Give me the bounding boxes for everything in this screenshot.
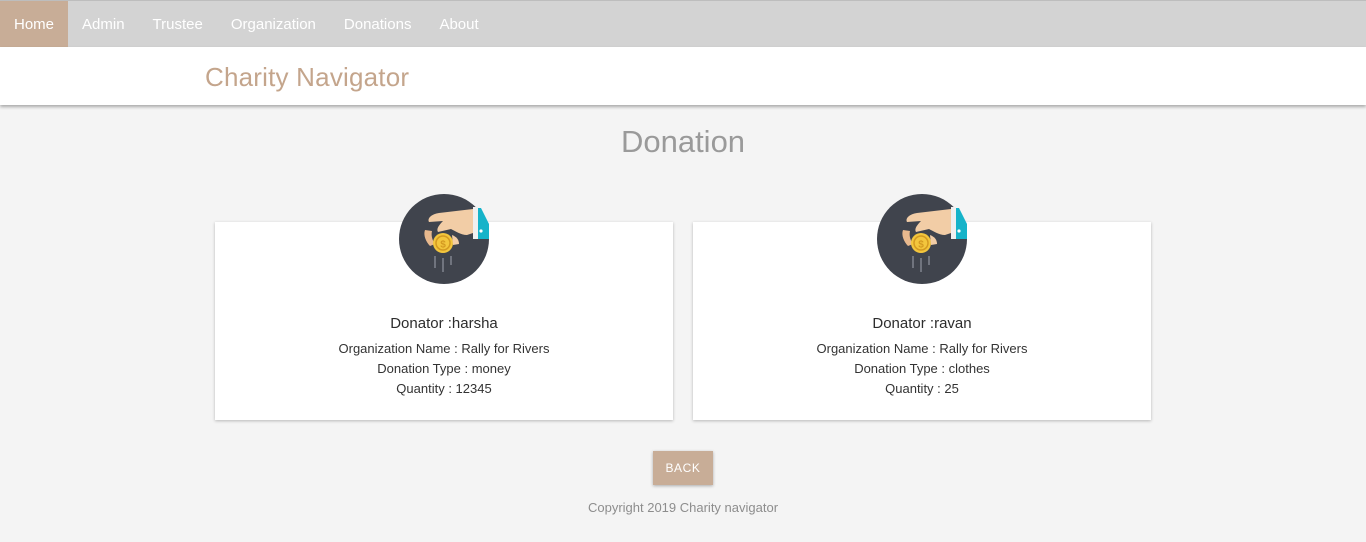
- donation-type: Donation Type : clothes: [854, 361, 990, 376]
- nav-admin[interactable]: Admin: [68, 1, 139, 47]
- organization-name: Organization Name : Rally for Rivers: [338, 341, 550, 356]
- nav-trustee[interactable]: Trustee: [139, 1, 217, 47]
- nav-donations[interactable]: Donations: [330, 1, 426, 47]
- organization-name: Organization Name : Rally for Rivers: [816, 341, 1028, 356]
- nav-about[interactable]: About: [425, 1, 492, 47]
- hand-coin-icon: $: [877, 194, 967, 284]
- brand-title[interactable]: Charity Navigator: [205, 62, 409, 93]
- donation-quantity: Quantity : 25: [885, 381, 959, 396]
- svg-text:$: $: [918, 240, 924, 251]
- donation-card: $ Donator :ravan Organization Name : Ral…: [693, 194, 1151, 420]
- donation-quantity: Quantity : 12345: [396, 381, 492, 396]
- donor-name: Donator :harsha: [390, 315, 498, 332]
- header-bar: Charity Navigator: [0, 47, 1366, 105]
- top-nav: Home Admin Trustee Organization Donation…: [0, 0, 1366, 47]
- svg-text:$: $: [440, 240, 446, 251]
- hand-coin-icon: $: [399, 194, 489, 284]
- nav-home[interactable]: Home: [0, 1, 69, 47]
- page-title: Donation: [620, 124, 746, 159]
- footer-copyright: Copyright 2019 Charity navigator: [587, 500, 779, 515]
- nav-organization[interactable]: Organization: [217, 1, 330, 47]
- donation-type: Donation Type : money: [377, 361, 511, 376]
- back-button[interactable]: BACK: [653, 451, 713, 485]
- donation-card: $ Donator :harsha Organization Name : Ra…: [215, 194, 673, 420]
- donor-name: Donator :ravan: [872, 315, 972, 332]
